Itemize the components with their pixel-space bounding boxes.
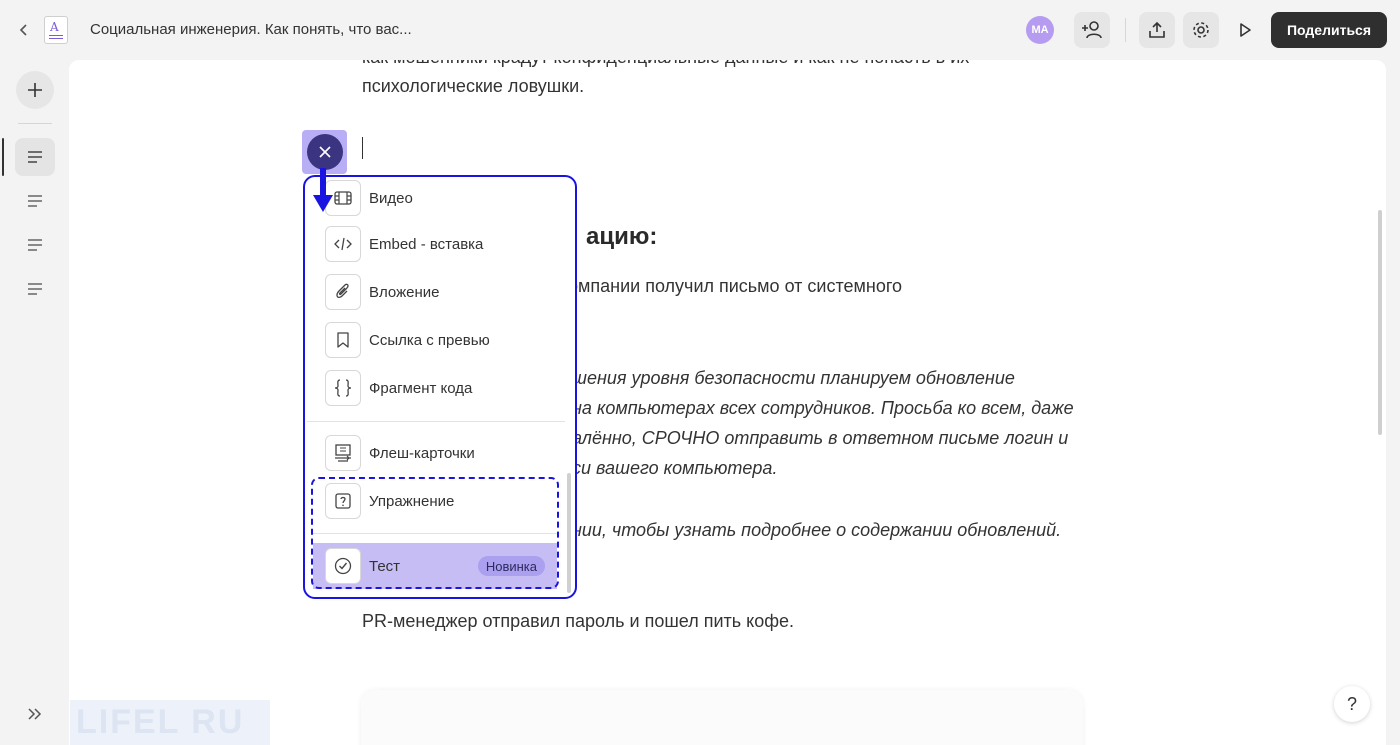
text-lines-icon xyxy=(28,151,42,163)
quote-line: нии, чтобы узнать подробнее о содержании… xyxy=(572,520,1062,540)
menu-item-label: Вложение xyxy=(369,283,440,301)
content-card[interactable] xyxy=(361,690,1083,745)
flashcard-icon xyxy=(325,435,361,471)
avatar[interactable]: MA xyxy=(1026,16,1054,44)
share-button[interactable]: Поделиться xyxy=(1271,12,1387,48)
braces-icon xyxy=(325,370,361,406)
watermark-logo: LIFEL RU xyxy=(70,700,270,745)
menu-item-video[interactable]: Видео xyxy=(325,180,557,216)
menu-item-flashcards[interactable]: Флеш-карточки xyxy=(325,435,557,471)
quote-line: на компьютерах всех сотрудников. Просьба… xyxy=(572,398,1074,418)
scrollbar[interactable] xyxy=(1378,210,1382,435)
paragraph-line: психологические ловушки. xyxy=(362,76,585,96)
bookmark-icon xyxy=(325,322,361,358)
text-lines-icon xyxy=(28,195,42,207)
text-lines-icon xyxy=(28,239,42,251)
quote-line: си вашего компьютера. xyxy=(572,458,778,478)
quote-line: алённо, СРОЧНО отправить в ответном пись… xyxy=(572,428,1069,448)
section-heading: ацию: xyxy=(586,223,658,250)
paperclip-icon xyxy=(325,274,361,310)
code-icon xyxy=(325,226,361,262)
plus-icon xyxy=(28,83,42,97)
text-lines-icon xyxy=(28,283,42,295)
menu-item-link-preview[interactable]: Ссылка с превью xyxy=(325,322,557,358)
document-title[interactable]: Социальная инженерия. Как понять, что ва… xyxy=(90,21,412,38)
menu-item-label: Видео xyxy=(369,189,413,207)
rail-item-page-4[interactable] xyxy=(15,270,55,308)
menu-divider xyxy=(307,421,565,422)
paragraph-line: омпании получил письмо от системного xyxy=(568,276,903,296)
active-marker xyxy=(2,138,4,176)
rail-item-page-1[interactable] xyxy=(15,138,55,176)
gear-icon xyxy=(1193,22,1209,38)
menu-item-embed[interactable]: Embed - вставка xyxy=(325,226,557,262)
arrow-down-icon xyxy=(313,168,333,212)
upload-icon xyxy=(1149,21,1165,38)
add-user-icon xyxy=(1082,21,1102,39)
export-button[interactable] xyxy=(1139,12,1175,48)
top-bar: A Социальная инженерия. Как понять, что … xyxy=(0,0,1400,60)
quote-line: шения уровня безопасности планируем обно… xyxy=(572,368,1015,388)
rail-item-page-2[interactable] xyxy=(15,182,55,220)
document-icon: A xyxy=(44,16,68,44)
editor-canvas[interactable]: как мошенники крадут конфиденциальные да… xyxy=(69,60,1386,745)
settings-button[interactable] xyxy=(1183,12,1219,48)
chevron-left-icon xyxy=(19,24,27,36)
help-button[interactable]: ? xyxy=(1334,686,1370,722)
double-chevron-right-icon xyxy=(28,708,42,720)
play-button[interactable] xyxy=(1227,12,1263,48)
paragraph-line: PR-менеджер отправил пароль и пошел пить… xyxy=(362,611,795,631)
play-icon xyxy=(1240,23,1251,37)
insert-close-button[interactable] xyxy=(307,134,343,170)
menu-item-label: Фрагмент кода xyxy=(369,379,473,397)
close-icon xyxy=(319,146,331,158)
text-caret xyxy=(362,137,363,159)
add-page-button[interactable] xyxy=(16,71,54,109)
rail-item-page-3[interactable] xyxy=(15,226,55,264)
rail-divider xyxy=(18,123,52,124)
menu-item-attachment[interactable]: Вложение xyxy=(325,274,557,310)
menu-item-label: Ссылка с превью xyxy=(369,331,490,349)
back-button[interactable] xyxy=(12,18,36,42)
left-rail xyxy=(0,60,68,745)
menu-item-label: Embed - вставка xyxy=(369,235,484,253)
add-user-button[interactable] xyxy=(1074,12,1110,48)
menu-item-code-fragment[interactable]: Фрагмент кода xyxy=(325,370,557,406)
expand-sidebar-button[interactable] xyxy=(24,703,46,725)
toolbar-divider xyxy=(1125,18,1126,42)
menu-scrollbar[interactable] xyxy=(567,473,571,593)
insert-block-menu: Видео Embed - вставка Вложение Ссылка с … xyxy=(303,175,577,599)
highlight-dashed-box xyxy=(311,477,559,589)
menu-item-label: Флеш-карточки xyxy=(369,444,475,462)
